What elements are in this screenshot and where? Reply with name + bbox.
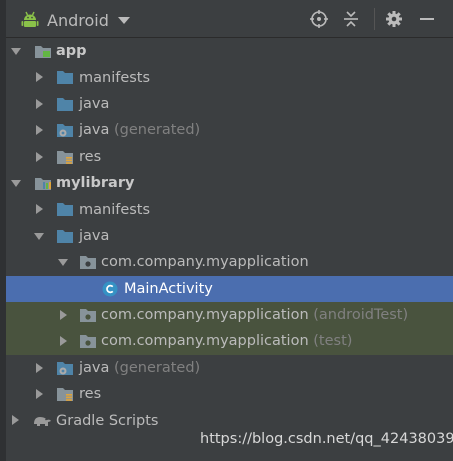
class-c-icon (102, 281, 118, 297)
tree-node-package-androidtest[interactable]: com.company.myapplication (androidTest) (6, 301, 453, 329)
folder-icon (57, 97, 73, 111)
collapse-arrow-icon[interactable] (36, 98, 43, 109)
tree-node-suffix: (androidTest) (313, 307, 409, 324)
res-folder-icon (57, 388, 73, 402)
tree-node-label: com.company.myapplication (101, 254, 309, 271)
tree-node-package-test[interactable]: com.company.myapplication (test) (6, 328, 453, 355)
tree-node-label: java (generated) (79, 122, 201, 139)
tree-node-label: java (79, 227, 110, 244)
expand-arrow-icon[interactable] (11, 48, 21, 55)
collapse-arrow-icon[interactable] (36, 151, 43, 162)
tree-node-suffix: (generated) (114, 359, 201, 376)
collapse-arrow-icon[interactable] (36, 389, 43, 400)
locate-target-icon[interactable] (309, 9, 329, 29)
watermark-text: https://blog.csdn.net/qq_42438039 (200, 431, 453, 447)
tree-node-label: res (79, 148, 102, 165)
package-icon (80, 335, 96, 349)
gradle-elephant-icon (34, 417, 51, 427)
collapse-arrow-icon[interactable] (36, 204, 43, 215)
project-view-selector[interactable]: Android (20, 8, 130, 32)
tree-node-gradle-scripts[interactable]: Gradle Scripts (6, 407, 453, 433)
tree-node-manifests[interactable]: manifests (6, 64, 453, 90)
tree-node-suffix: (generated) (114, 122, 201, 139)
expand-arrow-icon[interactable] (11, 179, 21, 187)
generated-java-folder-icon (57, 361, 73, 375)
tree-node-suffix: (test) (313, 333, 353, 350)
tree-node-mylibrary[interactable]: mylibrary (6, 170, 453, 196)
hide-minus-icon[interactable] (417, 9, 437, 29)
tree-node-java[interactable]: java (6, 223, 453, 249)
collapse-arrow-icon[interactable] (36, 72, 43, 83)
generated-java-folder-icon (57, 124, 73, 138)
collapse-all-icon[interactable] (341, 9, 361, 29)
library-module-icon (35, 177, 51, 190)
folder-icon (57, 203, 73, 217)
folder-icon (57, 71, 73, 85)
package-icon (80, 256, 96, 270)
expand-arrow-icon[interactable] (34, 232, 44, 240)
collapse-arrow-icon[interactable] (36, 125, 43, 136)
tree-node-label: res (79, 386, 102, 403)
tree-node-res[interactable]: res (6, 144, 453, 170)
view-mode-label: Android (47, 10, 109, 30)
settings-gear-icon[interactable] (384, 9, 404, 29)
tree-node-label: Gradle Scripts (56, 412, 159, 429)
tree-node-manifests[interactable]: manifests (6, 196, 453, 222)
tree-node-label: java (generated) (79, 359, 201, 376)
tree-node-label: MainActivity (124, 280, 213, 297)
tree-node-label: java (79, 95, 110, 112)
tree-node-label: manifests (79, 69, 151, 86)
folder-icon (57, 229, 73, 243)
tree-node-mainactivity[interactable]: MainActivity (6, 275, 453, 307)
tree-node-label: manifests (79, 201, 151, 218)
project-tree: app manifests java java (generated) res … (6, 38, 453, 434)
android-icon (21, 11, 39, 27)
collapse-arrow-icon[interactable] (36, 362, 43, 373)
res-folder-icon (57, 150, 73, 164)
toolbar-separator (374, 8, 375, 30)
module-folder-icon (35, 46, 51, 58)
tree-node-java[interactable]: java (6, 91, 453, 117)
tree-node-label: com.company.myapplication (test) (101, 333, 353, 350)
tree-node-label: mylibrary (56, 175, 135, 192)
tree-node-label: com.company.myapplication (androidTest) (101, 307, 409, 324)
chevron-down-icon (117, 16, 130, 24)
tree-node-package[interactable]: com.company.myapplication (6, 249, 453, 275)
project-toolbar: Android (6, 0, 453, 38)
collapse-arrow-icon[interactable] (60, 309, 67, 320)
tree-node-java-generated[interactable]: java (generated) (6, 355, 453, 381)
tree-node-app[interactable]: app (6, 38, 453, 64)
collapse-arrow-icon[interactable] (12, 415, 19, 426)
tree-node-res[interactable]: res (6, 381, 453, 407)
expand-arrow-icon[interactable] (58, 259, 68, 267)
tree-node-java-generated[interactable]: java (generated) (6, 117, 453, 143)
package-icon (80, 308, 96, 322)
tree-node-label: app (56, 43, 87, 60)
collapse-arrow-icon[interactable] (60, 336, 67, 347)
